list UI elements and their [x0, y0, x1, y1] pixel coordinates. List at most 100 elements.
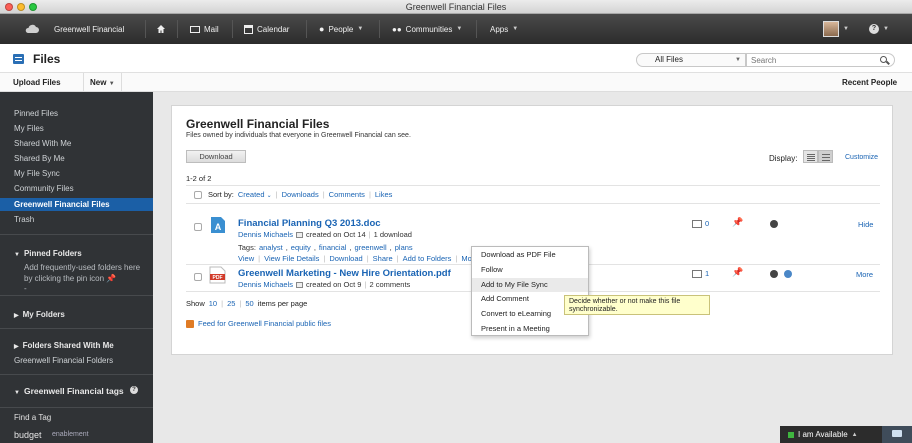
nav-mail-label: Mail [204, 24, 219, 34]
business-card-icon [296, 231, 304, 238]
tag-link[interactable]: plans [395, 243, 413, 252]
page-size-selector: Show 10 | 25 | 50 items per page [186, 299, 308, 308]
pinned-folders-heading: Pinned Folders [23, 249, 82, 258]
pin-icon[interactable]: 📌 [732, 217, 743, 228]
list-view-toggle[interactable] [803, 150, 818, 163]
synced-icon[interactable] [784, 270, 792, 278]
menu-item-download-pdf[interactable]: Download as PDF File [472, 248, 588, 262]
tag-link[interactable]: financial [319, 243, 347, 252]
share-link[interactable]: Share [373, 254, 393, 263]
view-link[interactable]: View [238, 254, 254, 263]
customize-link[interactable]: Customize [845, 154, 878, 161]
file-tags: Tags: analyst, equity, financial, greenw… [238, 243, 413, 252]
page-size-25[interactable]: 25 [227, 299, 235, 308]
brand-link[interactable]: Greenwell Financial [54, 14, 124, 44]
files-header: Files All Files ▼ [0, 44, 912, 73]
sidebar-item-community-files[interactable]: Community Files [14, 184, 74, 193]
sync-icon[interactable] [770, 270, 778, 278]
view-details-link[interactable]: View File Details [264, 254, 319, 263]
sidebar-item-my-file-sync[interactable]: My File Sync [14, 169, 60, 178]
feed-link[interactable]: Feed for Greenwell Financial public file… [198, 319, 331, 328]
user-menu[interactable]: ▼ [823, 14, 849, 44]
sync-icon[interactable] [770, 220, 778, 228]
search-icon[interactable] [880, 56, 887, 63]
home-icon[interactable] [156, 14, 166, 44]
file-name-link[interactable]: Financial Planning Q3 2013.doc [238, 218, 381, 229]
recent-people-link[interactable]: Recent People [836, 73, 903, 92]
sidebar-item-gf-folders[interactable]: Greenwell Financial Folders [14, 356, 113, 365]
chat-icon[interactable] [882, 426, 912, 443]
owner-link[interactable]: Dennis Michaels [238, 280, 293, 289]
tag-link[interactable]: analyst [259, 243, 283, 252]
nav-apps[interactable]: Apps ▼ [490, 14, 518, 44]
search-scope-select[interactable]: All Files ▼ [636, 53, 746, 67]
chevron-down-icon: ▼ [843, 26, 849, 32]
find-tag-link[interactable]: Find a Tag [14, 413, 51, 422]
tag-link[interactable]: greenwell [355, 243, 387, 252]
feed-icon [186, 319, 194, 328]
doc-file-icon: A [210, 216, 226, 234]
show-label: Show [186, 299, 205, 308]
download-button[interactable]: Download [186, 150, 246, 163]
pinned-folders-toggle[interactable]: ▼ Pinned Folders [14, 249, 82, 258]
upload-files-button[interactable]: Upload Files [7, 73, 67, 92]
nav-people[interactable]: ● People ▼ [319, 14, 363, 44]
folders-shared-heading: Folders Shared With Me [22, 341, 114, 350]
menu-item-present-meeting[interactable]: Present in a Meeting [472, 322, 588, 336]
sort-likes[interactable]: Likes [375, 190, 393, 199]
chevron-up-icon: ▲ [851, 431, 858, 438]
help-icon[interactable]: ? [130, 386, 138, 394]
file-name-link[interactable]: Greenwell Marketing - New Hire Orientati… [238, 268, 451, 279]
my-folders-toggle[interactable]: ▶ My Folders [14, 310, 65, 319]
sort-comments[interactable]: Comments [329, 190, 365, 199]
page-size-50[interactable]: 50 [245, 299, 253, 308]
add-to-folders-link[interactable]: Add to Folders [403, 254, 452, 263]
availability-status[interactable]: I am Available ▲ [780, 426, 882, 443]
pinned-folders-empty: - [24, 284, 27, 293]
folders-shared-toggle[interactable]: ▶ Folders Shared With Me [14, 341, 114, 350]
triangle-right-icon: ▶ [14, 344, 19, 350]
file-checkbox[interactable] [194, 223, 202, 231]
sidebar-item-shared-by-me[interactable]: Shared By Me [14, 154, 65, 163]
hide-link[interactable]: Hide [858, 220, 873, 229]
cloud-logo-icon[interactable] [24, 14, 40, 44]
comment-count[interactable]: 0 [692, 219, 709, 228]
my-folders-heading: My Folders [22, 310, 65, 319]
more-link[interactable]: More [856, 270, 873, 279]
pin-icon[interactable]: 📌 [732, 267, 743, 278]
nav-communities[interactable]: ●● Communities ▼ [392, 14, 462, 44]
sidebar-item-my-files[interactable]: My Files [14, 124, 44, 133]
tag-enablement[interactable]: enablement [52, 431, 89, 438]
triangle-down-icon: ▼ [14, 252, 20, 258]
owner-link[interactable]: Dennis Michaels [238, 230, 293, 239]
page-size-10[interactable]: 10 [209, 299, 217, 308]
created-date: created on Oct 9 [306, 280, 362, 289]
chevron-down-icon: ▼ [456, 26, 463, 32]
nav-mail[interactable]: Mail [190, 14, 219, 44]
tag-budget[interactable]: budget [14, 430, 42, 440]
menu-item-add-to-file-sync[interactable]: Add to My File Sync [472, 278, 588, 292]
new-button[interactable]: New ▼ [83, 73, 122, 92]
tag-link[interactable]: equity [291, 243, 311, 252]
sort-created[interactable]: Created ⌄ [238, 190, 272, 199]
help-menu[interactable]: ? ▼ [869, 14, 889, 44]
status-label: I am Available [798, 430, 848, 439]
download-link[interactable]: Download [329, 254, 362, 263]
feed-row: Feed for Greenwell Financial public file… [186, 319, 331, 328]
sidebar-item-greenwell-files[interactable]: Greenwell Financial Files [0, 198, 153, 211]
details-view-toggle[interactable] [818, 150, 833, 163]
menu-item-follow[interactable]: Follow [472, 263, 588, 277]
scope-value: All Files [655, 55, 684, 64]
sidebar-item-trash[interactable]: Trash [14, 215, 34, 224]
file-meta: Dennis Michaels created on Oct 14 | 1 do… [238, 230, 412, 239]
file-checkbox[interactable] [194, 273, 202, 281]
sort-downloads[interactable]: Downloads [282, 190, 319, 199]
tags-toggle[interactable]: ▼ Greenwell Financial tags [14, 386, 134, 396]
nav-calendar[interactable]: Calendar [244, 14, 289, 44]
sidebar-item-pinned-files[interactable]: Pinned Files [14, 109, 58, 118]
sidebar-item-shared-with-me[interactable]: Shared With Me [14, 139, 71, 148]
comment-count[interactable]: 1 [692, 269, 709, 278]
search-input[interactable] [746, 53, 895, 67]
select-all-checkbox[interactable] [194, 191, 202, 199]
sort-bar: Sort by: Created ⌄ | Downloads | Comment… [208, 190, 393, 199]
